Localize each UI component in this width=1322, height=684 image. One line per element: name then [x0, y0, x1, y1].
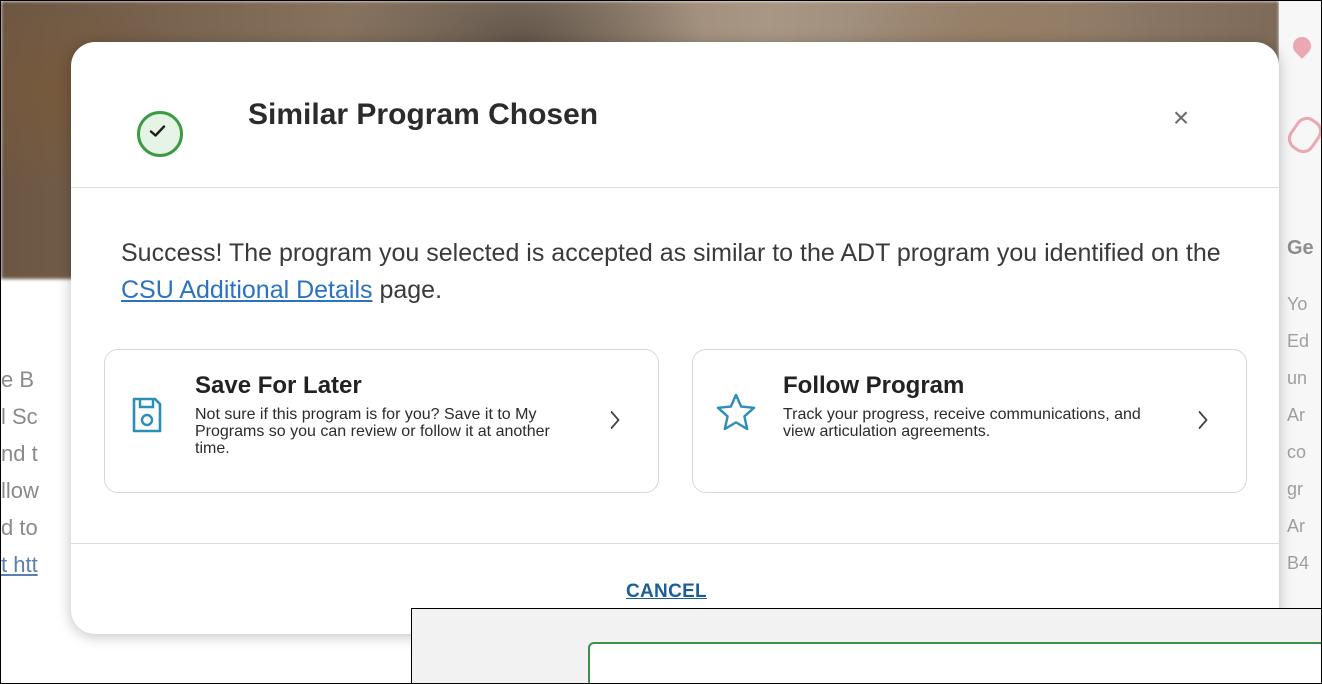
- chevron-right-icon: [610, 411, 620, 429]
- background-text-line: co: [1287, 442, 1307, 462]
- save-for-later-description: Not sure if this program is for you? Sav…: [195, 406, 550, 457]
- background-text-line: un: [1287, 368, 1308, 388]
- background-text-line: l Sc: [1, 404, 38, 429]
- follow-program-title: Follow Program: [783, 372, 965, 399]
- modal-body: Success! The program you selected is acc…: [71, 188, 1279, 544]
- background-bottom-panel: [411, 608, 1321, 683]
- save-for-later-card[interactable]: Save For Later Not sure if this program …: [104, 349, 659, 493]
- floppy-disk-icon: [132, 397, 162, 433]
- background-right-text: Yo Ed un Ar co gr Ar B4: [1287, 286, 1309, 582]
- success-message: Success! The program you selected is acc…: [121, 235, 1231, 309]
- csu-additional-details-link[interactable]: CSU Additional Details: [121, 276, 373, 304]
- background-right-column: Ge Yo Ed un Ar co gr Ar B4: [1279, 1, 1321, 683]
- background-text-line: gr: [1287, 479, 1304, 499]
- message-text: page.: [372, 276, 443, 304]
- chevron-right-icon: [1198, 411, 1208, 429]
- star-icon: [716, 393, 756, 431]
- close-button[interactable]: ×: [1169, 102, 1193, 133]
- background-text-line: Ed: [1287, 331, 1310, 351]
- background-text-line: e B: [1, 367, 35, 392]
- checkmark-icon: [149, 125, 166, 137]
- background-text-link[interactable]: t htt: [1, 546, 81, 583]
- cancel-button[interactable]: CANCEL: [626, 581, 707, 603]
- modal-title: Similar Program Chosen: [248, 98, 599, 131]
- save-for-later-title: Save For Later: [195, 372, 362, 399]
- success-check-icon: [137, 111, 183, 157]
- close-icon: ×: [1172, 102, 1190, 133]
- background-right-heading: Ge: [1287, 237, 1314, 259]
- screen-frame: e B l Sc nd t llow d to t htt Ge Yo Ed u…: [0, 0, 1322, 684]
- message-text: Success! The program you selected is acc…: [121, 239, 1221, 267]
- similar-program-modal: Similar Program Chosen × Success! The pr…: [71, 42, 1279, 634]
- paperclip-icon: [1283, 112, 1321, 158]
- background-text-line: B4: [1287, 553, 1310, 573]
- modal-header: Similar Program Chosen ×: [71, 42, 1279, 188]
- background-input-field[interactable]: [588, 642, 1321, 683]
- follow-program-card[interactable]: Follow Program Track your progress, rece…: [692, 349, 1247, 493]
- background-left-text: e B l Sc nd t llow d to t htt: [1, 361, 81, 583]
- background-text-line: llow: [1, 478, 39, 503]
- background-text-line: Yo: [1287, 294, 1308, 314]
- background-text-line: Ar: [1287, 405, 1305, 425]
- background-text-line: d to: [1, 515, 38, 540]
- background-text-line: Ar: [1287, 516, 1305, 536]
- follow-program-description: Track your progress, receive communicati…: [783, 406, 1141, 440]
- background-text-line: nd t: [1, 441, 38, 466]
- map-pin-icon: [1289, 33, 1315, 59]
